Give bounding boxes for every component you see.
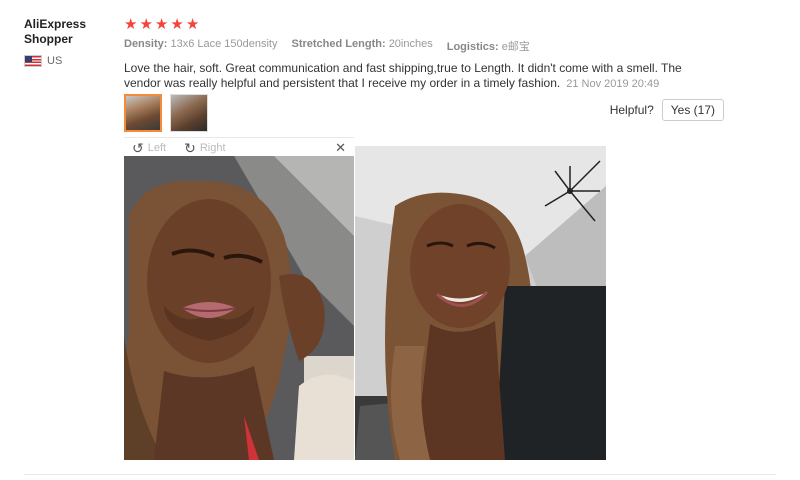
attribute-value: 13x6 Lace 150density (170, 38, 278, 50)
review-photo-2 (355, 146, 606, 460)
attribute-label: Stretched Length: (291, 38, 386, 50)
rotate-left-icon: ↺ (132, 139, 144, 156)
rotate-right-icon: ↻ (184, 139, 196, 156)
reviewer-country: US (24, 55, 114, 67)
attribute-length: Stretched Length: 20inches (292, 38, 433, 54)
star-rating: ★ ★ ★ ★ ★ (124, 17, 724, 33)
product-attributes: Density: 13x6 Lace 150density Stretched … (124, 38, 724, 54)
helpful-label: Helpful? (609, 103, 654, 117)
review-text: Love the hair, soft. Great communication… (124, 61, 714, 92)
photo-illustration (124, 156, 354, 460)
thumbnail-1[interactable] (124, 94, 162, 132)
reviewer-info: AliExpress Shopper US (24, 17, 114, 67)
rotate-right-label: Right (199, 141, 226, 154)
review-thumbnails (124, 94, 208, 132)
attribute-value: 20inches (388, 38, 433, 50)
star-icon: ★ (139, 16, 153, 33)
close-icon[interactable]: ✕ (335, 140, 346, 156)
star-icon: ★ (185, 16, 200, 33)
attribute-label: Density: (124, 38, 168, 50)
image-viewer-toolbar: ↺ Left ↻ Right ✕ (124, 137, 354, 157)
review-divider (24, 474, 776, 475)
star-icon: ★ (154, 16, 169, 33)
thumbnail-image (171, 95, 207, 131)
photo-illustration (355, 146, 606, 460)
helpful-section: Helpful? Yes (17) (610, 99, 724, 121)
thumbnail-2[interactable] (170, 94, 208, 132)
review-date: 21 Nov 2019 20:49 (566, 78, 660, 90)
star-icon: ★ (124, 16, 138, 33)
us-flag-icon (24, 55, 42, 67)
thumbnail-image (126, 96, 160, 130)
reviewer-name: AliExpress Shopper (24, 17, 87, 46)
rotate-right-button[interactable]: ↻ Right (184, 141, 225, 155)
review-content: ★ ★ ★ ★ ★ Density: 13x6 Lace 150density … (124, 17, 724, 92)
review-photo-1 (124, 156, 354, 460)
attribute-value: e邮宝 (501, 41, 530, 53)
helpful-yes-button[interactable]: Yes (17) (661, 99, 724, 121)
country-code: US (47, 55, 63, 67)
attribute-label: Logistics: (446, 41, 499, 53)
star-icon: ★ (170, 16, 184, 33)
rotate-left-label: Left (147, 141, 167, 154)
rotate-left-button[interactable]: ↺ Left (132, 141, 166, 155)
attribute-density: Density: 13x6 Lace 150density (124, 38, 278, 54)
attribute-logistics: Logistics: e邮宝 (447, 38, 530, 54)
